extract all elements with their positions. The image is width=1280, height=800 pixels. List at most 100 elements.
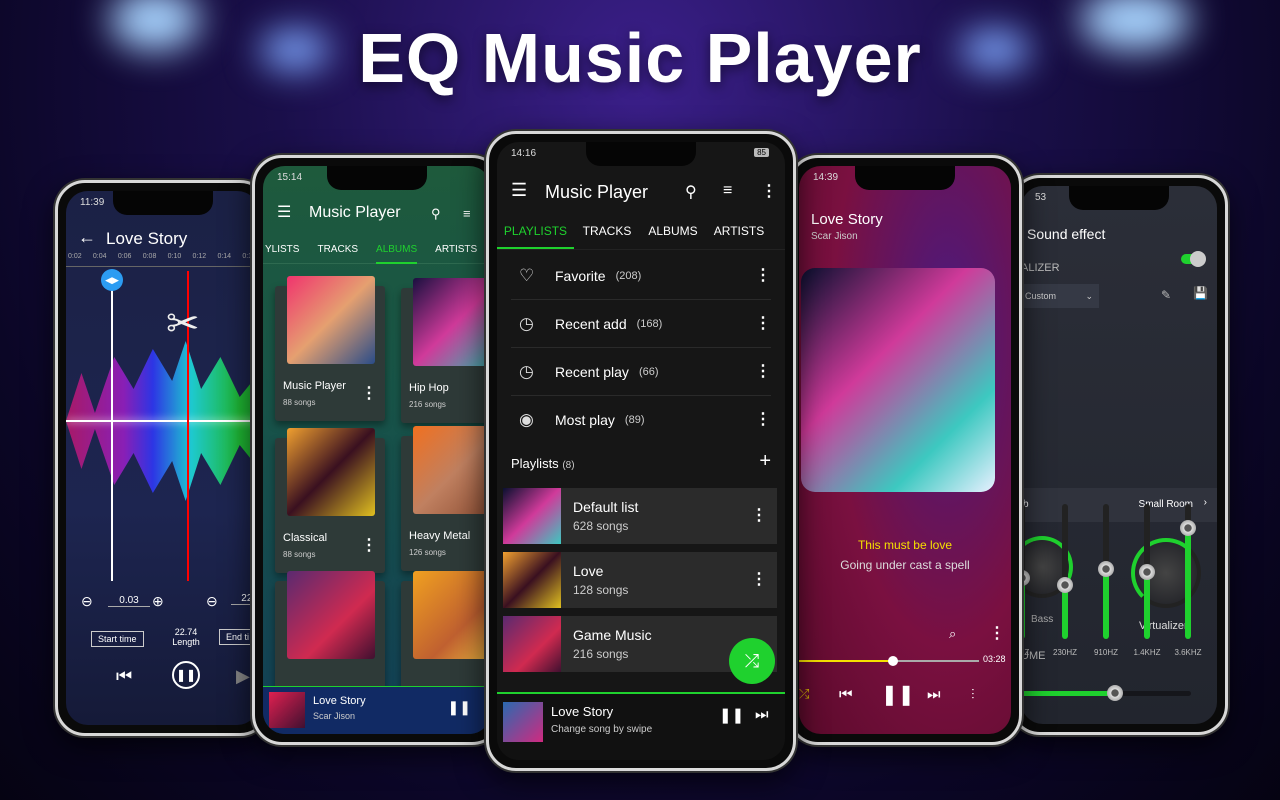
playlist-most-play[interactable]: ◉ Most play (89) ⋮ (511, 396, 771, 444)
edit-icon[interactable]: ✎ (1161, 288, 1171, 302)
add-playlist-icon[interactable]: + (759, 450, 771, 473)
sort-icon[interactable]: ≡ (463, 206, 471, 221)
end-time-button[interactable]: End ti (219, 629, 257, 645)
minus-icon[interactable]: ⊖ (206, 593, 218, 610)
next-icon[interactable]: ⏭ (755, 706, 769, 723)
start-handle[interactable]: ◀▶ (101, 269, 123, 291)
playlist-name: Recent play (555, 363, 629, 380)
volume-slider[interactable] (1021, 685, 1191, 701)
previous-icon[interactable]: ⏮ (839, 686, 853, 703)
length-value: 22.74 (174, 627, 198, 637)
eq-band-slider[interactable] (1057, 504, 1073, 639)
scissors-icon[interactable]: ✂ (166, 301, 200, 347)
eq-band-fill (1185, 528, 1191, 639)
playlist-favorite[interactable]: ♡ Favorite (208) ⋮ (511, 252, 771, 300)
seek-bar[interactable] (799, 656, 979, 666)
album-card[interactable]: Music Player 88 songs ⋮ (275, 276, 385, 421)
seek-knob[interactable] (887, 656, 898, 666)
phone-sound-effect: 53 Sound effect ALIZER Custom ⌄ ✎ 💾 b Smal… (1010, 175, 1228, 735)
lyrics-search-icon[interactable]: ⌕ (949, 626, 956, 642)
more-icon[interactable]: ⋮ (989, 626, 1005, 642)
more-icon[interactable]: ⋮ (755, 363, 771, 380)
queue-icon[interactable]: ≡ (723, 182, 732, 200)
status-time: 53 (1035, 192, 1047, 203)
tab-tracks[interactable]: TRACKS (317, 244, 358, 263)
mini-art (503, 702, 543, 742)
shuffle-icon[interactable]: ⤮ (799, 686, 809, 702)
tab-albums[interactable]: ALBUMS (640, 220, 706, 249)
next-icon[interactable]: ⏭ (927, 686, 941, 703)
playlist-recent-add[interactable]: ◷ Recent add (168) ⋮ (511, 300, 771, 348)
search-icon[interactable]: ⚲ (685, 182, 697, 202)
playlist-songs: 128 songs (573, 583, 629, 597)
eq-knob[interactable] (1098, 560, 1114, 577)
album-card[interactable]: Classical 88 songs ⋮ (275, 428, 385, 573)
track-artist: Scar Jison (811, 231, 858, 242)
tab-albums[interactable]: ALBUMS (376, 244, 418, 264)
mini-player[interactable]: Love Story Scar Jison ❚❚ (263, 686, 491, 734)
start-value[interactable]: 0.03 (108, 595, 150, 607)
mini-title: Love Story (551, 704, 614, 719)
search-icon[interactable]: ⚲ (431, 206, 441, 222)
start-marker[interactable] (111, 271, 113, 581)
eq-knob[interactable] (1057, 577, 1073, 593)
eq-band-slider[interactable] (1180, 504, 1196, 639)
more-icon[interactable]: ⋮ (755, 267, 771, 284)
album-card[interactable]: Hip Hop 216 songs (401, 278, 491, 423)
pause-icon[interactable]: ❚❚ (719, 706, 744, 724)
album-card[interactable]: Heavy Metal 126 songs (401, 426, 491, 571)
tab-artists[interactable]: ARTISTS (435, 244, 477, 263)
mini-title: Love Story (313, 695, 366, 707)
back-arrow-icon[interactable]: ← (78, 227, 96, 248)
more-icon[interactable]: ⋮ (751, 508, 767, 524)
playlist-recent-play[interactable]: ◷ Recent play (66) ⋮ (511, 348, 771, 396)
more-icon[interactable]: ⋮ (361, 386, 377, 402)
equalizer-toggle[interactable] (1181, 251, 1206, 267)
ruler-tick: 0:06 (117, 253, 132, 260)
mini-player[interactable]: Love Story Change song by swipe ❚❚ ⏭ (497, 692, 785, 760)
eq-band-slider[interactable] (1139, 504, 1155, 639)
tab-tracks[interactable]: TRACKS (574, 220, 640, 249)
tab-playlists[interactable]: YLISTS (265, 244, 299, 263)
tab-playlists[interactable]: PLAYLISTS (497, 220, 574, 249)
album-name: Music Player (283, 380, 346, 392)
eq-band-slider[interactable] (1098, 504, 1114, 639)
more-icon[interactable]: ⋮ (361, 538, 377, 554)
headline: EQ Music Player (358, 19, 922, 97)
playlist-songs: 628 songs (573, 519, 629, 533)
ruler-tick: 0:12 (192, 253, 207, 260)
more-icon[interactable]: ⋮ (755, 315, 771, 332)
plus-icon[interactable]: ⊕ (152, 593, 164, 610)
pause-icon[interactable]: ❚❚ (448, 699, 471, 716)
tab-artists[interactable]: ARTISTS (706, 220, 772, 249)
playlist-art (503, 552, 561, 608)
preset-dropdown[interactable]: Custom ⌄ (1021, 284, 1099, 308)
more-icon[interactable]: ⋮ (761, 184, 777, 200)
save-icon[interactable]: 💾 (1193, 286, 1208, 300)
eq-knob[interactable] (1139, 563, 1155, 580)
menu-icon[interactable]: ☰ (511, 180, 527, 201)
volume-knob[interactable] (1106, 685, 1123, 701)
playlist-count: (66) (638, 365, 659, 378)
album-songs: 88 songs (283, 398, 316, 407)
menu-icon[interactable]: ☰ (277, 202, 291, 222)
heart-icon: ♡ (519, 265, 535, 285)
more-icon[interactable]: ⋮ (751, 572, 767, 588)
equalizer-icon[interactable]: ⫶ (971, 686, 975, 703)
playlist-item[interactable]: Love 128 songs ⋮ (503, 552, 777, 608)
tab-bar: YLISTS TRACKS ALBUMS ARTISTS (263, 244, 491, 264)
minus-icon[interactable]: ⊖ (81, 593, 93, 610)
more-icon[interactable]: ⋮ (755, 412, 771, 428)
eq-knob[interactable] (1180, 520, 1196, 537)
previous-icon[interactable]: ⏮ (116, 666, 132, 687)
playlist-item[interactable]: Default list 628 songs ⋮ (503, 488, 777, 544)
shuffle-fab[interactable]: ⤮ (729, 638, 775, 684)
play-icon[interactable]: ▶ (236, 666, 250, 687)
start-time-button[interactable]: Start time (91, 631, 144, 647)
pause-icon[interactable]: ❚❚ (172, 661, 200, 689)
ruler-tick: 0:10 (167, 253, 182, 260)
album-art (413, 426, 491, 514)
status-time: 11:39 (80, 197, 105, 208)
app-title: Music Player (309, 204, 401, 221)
pause-icon[interactable]: ❚❚ (881, 682, 915, 707)
